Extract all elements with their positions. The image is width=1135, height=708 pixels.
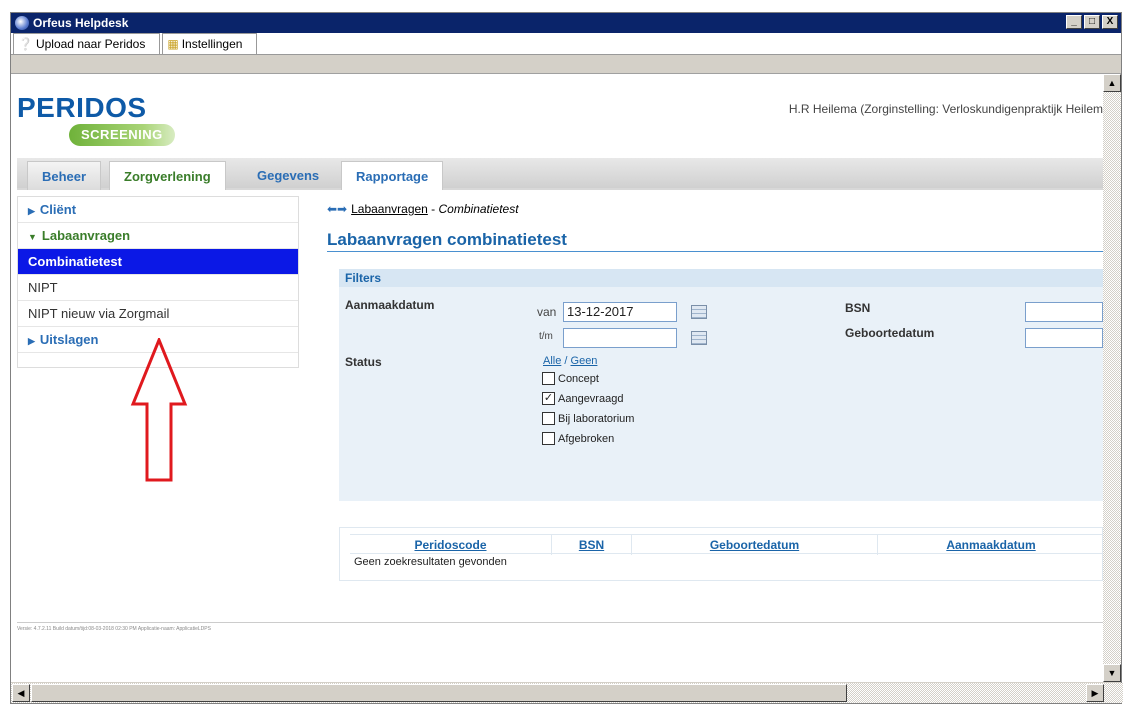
filters-panel: Filters Aanmaakdatum van 13-12-2017 t/m … [339,269,1103,501]
link-separator: / [561,355,571,367]
tab-instellingen[interactable]: ▦ Instellingen [162,33,258,54]
tab-zorgverlening[interactable]: Zorgverlening [109,161,226,190]
horizontal-scrollbar[interactable]: ◀ ▶ [11,683,1123,703]
checkbox-label: Bij laboratorium [558,412,635,425]
breadcrumb-link-labaanvragen[interactable]: Labaanvragen [351,202,428,216]
window-controls: _ □ X [1066,15,1118,29]
checkbox-label: Aangevraagd [558,392,624,405]
column-peridoscode[interactable]: Peridoscode [350,535,552,555]
status-aangevraagd-checkbox[interactable]: ✓ Aangevraagd [542,392,623,405]
checkbox-box[interactable] [542,372,555,385]
help-icon: ❔ [18,37,33,51]
tm-date-input[interactable] [563,328,677,348]
footer-divider [17,622,1103,623]
vertical-scrollbar[interactable]: ▲ ▼ [1103,74,1121,682]
sidebar-item-client[interactable]: ▶ Cliënt [18,197,298,223]
sidebar-item-nipt-zorgmail[interactable]: NIPT nieuw via Zorgmail [18,301,298,327]
sidebar-item-label: Labaanvragen [41,228,131,243]
status-afgebroken-checkbox[interactable]: Afgebroken [542,432,614,445]
tab-upload-naar-peridos[interactable]: ❔ Upload naar Peridos [13,33,161,54]
breadcrumb: ⬅➡ Labaanvragen - Combinatietest [327,202,519,216]
sidebar-item-labaanvragen[interactable]: ▼ Labaanvragen [18,223,298,249]
sidebar-item-nipt[interactable]: NIPT [18,275,298,301]
window-title: Orfeus Helpdesk [33,16,129,30]
tab-gegevens[interactable]: Gegevens [243,161,333,190]
tab-rapportage[interactable]: Rapportage [341,161,444,190]
main-nav: Beheer Zorgverlening Gegevens Rapportage [17,158,1103,190]
tab-label: Instellingen [181,37,243,51]
results-header: Peridoscode BSN Geboortedatum Aanmaakdat… [350,534,1103,555]
logo-subtext: SCREENING [69,124,175,146]
status-bij-laboratorium-checkbox[interactable]: Bij laboratorium [542,412,634,425]
settings-icon: ▦ [167,37,179,51]
sidebar-item-label: Cliënt [39,202,77,217]
column-bsn[interactable]: BSN [552,535,632,555]
results-table: Peridoscode BSN Geboortedatum Aanmaakdat… [339,527,1103,581]
app-icon [15,16,29,30]
scroll-up-button[interactable]: ▲ [1103,74,1121,92]
tm-label: t/m [539,331,553,342]
page-title: Labaanvragen combinatietest [327,230,567,249]
app-tab-bar: ❔ Upload naar Peridos ▦ Instellingen [11,33,1121,55]
title-bar: Orfeus Helpdesk _ □ X [11,13,1121,33]
filters-header: Filters [339,269,1103,287]
column-geboortedatum[interactable]: Geboortedatum [632,535,878,555]
geboortedatum-label: Geboortedatum [845,326,935,340]
red-arrow-annotation [130,338,188,482]
caret-right-icon: ▶ [28,336,35,346]
minimize-button[interactable]: _ [1066,15,1082,29]
tab-label: Upload naar Peridos [35,37,146,51]
sidebar-item-combinatietest[interactable]: Combinatietest [18,249,298,275]
breadcrumb-separator: - [427,202,439,216]
logo-text: PERIDOS [17,92,147,123]
scroll-down-button[interactable]: ▼ [1103,664,1121,682]
aanmaakdatum-label: Aanmaakdatum [345,298,435,312]
checkbox-box[interactable] [542,412,555,425]
peridos-logo: PERIDOS SCREENING [17,92,175,146]
van-label: van [537,305,557,319]
van-date-input[interactable]: 13-12-2017 [563,302,677,322]
scroll-thumb[interactable] [31,684,847,702]
caret-right-icon: ▶ [28,206,35,216]
maximize-button[interactable]: □ [1084,15,1100,29]
calendar-icon[interactable] [691,305,707,319]
bsn-label: BSN [845,301,871,315]
web-content: PERIDOS SCREENING H.R Heilema (Zorginste… [11,74,1103,682]
app-window: Orfeus Helpdesk _ □ X ❔ Upload naar Peri… [10,12,1123,704]
checkbox-box-checked[interactable]: ✓ [542,392,555,405]
toolbar-strip [11,56,1121,74]
no-results-text: Geen zoekresultaten gevonden [354,556,507,568]
sidebar-item-label: Uitslagen [39,332,99,347]
nav-arrows-icon[interactable]: ⬅➡ [327,202,347,216]
checkbox-label: Afgebroken [558,432,615,445]
title-divider [327,251,1103,252]
scroll-left-button[interactable]: ◀ [12,684,30,702]
checkbox-label: Concept [558,372,599,385]
status-label: Status [345,355,382,369]
caret-down-icon: ▼ [28,232,37,242]
select-all-link[interactable]: Alle [543,355,561,367]
scroll-right-button[interactable]: ▶ [1086,684,1104,702]
status-select-links: Alle / Geen [543,355,597,367]
user-info: H.R Heilema (Zorginstelling: Verloskundi… [788,102,1103,116]
bsn-input[interactable] [1025,302,1103,322]
tab-beheer[interactable]: Beheer [27,161,102,190]
version-footer: Versie: 4.7.2.11 Build datum/tijd:08-03-… [17,626,211,632]
geboortedatum-input[interactable] [1025,328,1103,348]
checkbox-box[interactable] [542,432,555,445]
status-concept-checkbox[interactable]: Concept [542,372,599,385]
column-aanmaakdatum[interactable]: Aanmaakdatum [878,535,1103,555]
select-none-link[interactable]: Geen [571,355,598,367]
close-button[interactable]: X [1102,15,1118,29]
calendar-icon[interactable] [691,331,707,345]
breadcrumb-current: Combinatietest [438,202,519,216]
